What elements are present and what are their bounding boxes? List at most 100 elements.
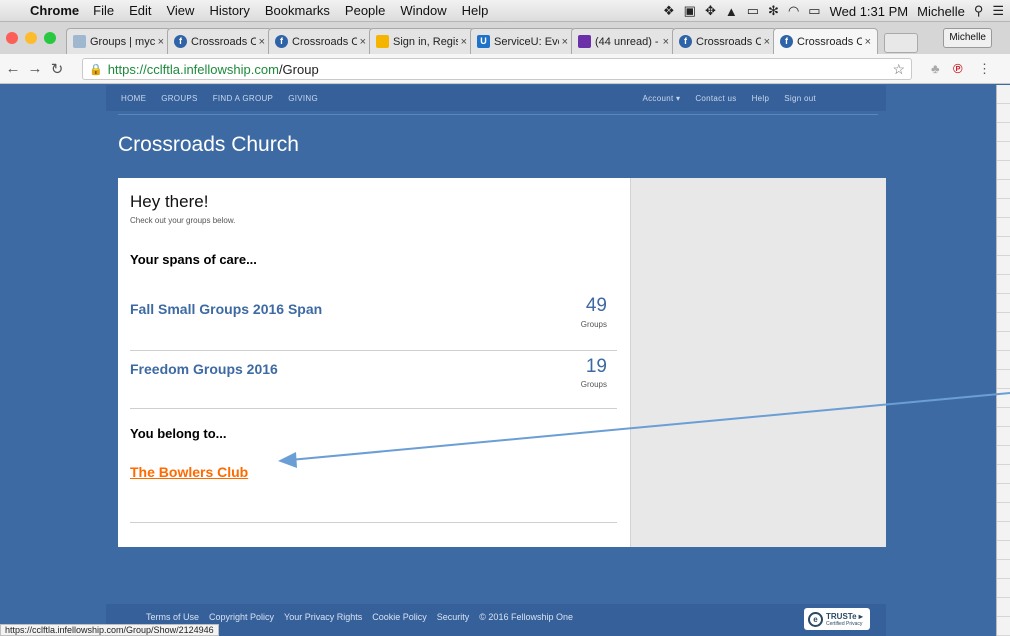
tab-groups[interactable]: Groups | myc ×: [66, 28, 171, 54]
tab-crossroads-active[interactable]: f Crossroads Cl ×: [773, 28, 878, 54]
menubar-user[interactable]: Michelle: [917, 4, 965, 19]
back-arrow-icon[interactable]: ←: [4, 60, 22, 77]
nav-home[interactable]: HOME: [121, 94, 146, 103]
address-bar[interactable]: 🔒 https://cclftla.infellowship.com/Group…: [82, 58, 912, 80]
tab-sign-in[interactable]: Sign in, Regist ×: [369, 28, 474, 54]
greeting-heading: Hey there!: [130, 192, 209, 211]
divider: [130, 350, 617, 351]
divider: [130, 522, 617, 523]
tab-close-icon[interactable]: ×: [764, 36, 770, 48]
menu-file[interactable]: File: [93, 3, 114, 18]
fellowship-icon: f: [174, 35, 187, 48]
menubar-clock[interactable]: Wed 1:31 PM: [830, 4, 909, 19]
tab-serviceu[interactable]: U ServiceU: Eve ×: [470, 28, 575, 54]
nav-help[interactable]: Help: [752, 94, 770, 103]
greeting-subtitle: Check out your groups below.: [130, 216, 236, 225]
nav-groups[interactable]: GROUPS: [161, 94, 197, 103]
macos-menubar: Chrome File Edit View History Bookmarks …: [0, 0, 1010, 22]
tab-mail[interactable]: (44 unread) - ×: [571, 28, 676, 54]
pinterest-icon[interactable]: ℗: [953, 61, 963, 76]
menu-help[interactable]: Help: [462, 3, 489, 18]
nav-find-a-group[interactable]: FIND A GROUP: [213, 94, 274, 103]
fellowship-icon: f: [780, 35, 793, 48]
span-row: Fall Small Groups 2016 Span 49 Groups: [130, 295, 617, 341]
wifi-icon[interactable]: ◠: [788, 3, 799, 19]
menu-history[interactable]: History: [209, 3, 249, 18]
spans-heading: Your spans of care...: [130, 252, 257, 267]
tab-crossroads[interactable]: f Crossroads Cl ×: [268, 28, 373, 54]
span-group-count: 49: [585, 295, 607, 316]
site-navigation: HOME GROUPS FIND A GROUP GIVING Account …: [106, 85, 886, 111]
span-group-count: 19: [585, 356, 607, 377]
nav-giving[interactable]: GIVING: [288, 94, 318, 103]
tab-close-icon[interactable]: ×: [461, 36, 467, 48]
tab-close-icon[interactable]: ×: [259, 36, 265, 48]
truste-badge[interactable]: e TRUSTe ▸ Certified Privacy: [804, 608, 870, 630]
tab-title: Groups | myc: [90, 35, 155, 48]
tab-crossroads[interactable]: f Crossroads Cl ×: [672, 28, 777, 54]
close-window-button[interactable]: [6, 32, 18, 44]
notification-center-icon[interactable]: ☰: [992, 3, 1004, 19]
footer-copyright-policy-link[interactable]: Copyright Policy: [209, 612, 274, 622]
url-path: /Group: [278, 61, 319, 77]
span-row: Freedom Groups 2016 19 Groups: [130, 353, 617, 398]
browser-toolbar: ← → ↻ 🔒 https://cclftla.infellowship.com…: [0, 54, 1010, 84]
truste-text: TRUSTe ▸ Certified Privacy: [826, 612, 863, 627]
profile-button[interactable]: Michelle: [943, 28, 992, 48]
app-menu-chrome[interactable]: Chrome: [30, 3, 79, 18]
footer-links: Terms of Use Copyright Policy Your Priva…: [146, 612, 573, 622]
extension-icon[interactable]: ♣: [931, 61, 940, 76]
fellowship-icon: f: [275, 35, 288, 48]
footer-security-link[interactable]: Security: [437, 612, 470, 622]
airplay-icon[interactable]: ▭: [747, 3, 759, 19]
menu-people[interactable]: People: [345, 3, 385, 18]
groups-card: Hey there! Check out your groups below. …: [118, 178, 886, 547]
tab-title: Crossroads Cl: [292, 35, 357, 48]
span-group-count-label: Groups: [580, 320, 607, 329]
bookmark-star-icon[interactable]: ☆: [892, 61, 905, 78]
zoom-window-button[interactable]: [44, 32, 56, 44]
tab-title: Crossroads Cl: [797, 35, 862, 48]
footer-terms-link[interactable]: Terms of Use: [146, 612, 199, 622]
divider: [118, 114, 878, 115]
tab-close-icon[interactable]: ×: [663, 36, 669, 48]
truste-title: TRUSTe ▸: [826, 611, 863, 621]
lock-icon: 🔒: [89, 63, 103, 76]
url-host: https://cclftla.infellowship.com: [107, 61, 279, 77]
footer-cookie-policy-link[interactable]: Cookie Policy: [372, 612, 427, 622]
dropbox-icon[interactable]: ✥: [705, 3, 716, 19]
tab-close-icon[interactable]: ×: [158, 36, 164, 48]
serviceu-icon: U: [477, 35, 490, 48]
footer-privacy-rights-link[interactable]: Your Privacy Rights: [284, 612, 362, 622]
evernote-icon[interactable]: ❖: [663, 3, 675, 19]
tab-title: Sign in, Regist: [393, 35, 458, 48]
menu-window[interactable]: Window: [400, 3, 446, 18]
tab-title: Crossroads Cl: [696, 35, 761, 48]
span-link[interactable]: Fall Small Groups 2016 Span: [130, 301, 322, 317]
tab-close-icon[interactable]: ×: [360, 36, 366, 48]
nav-contact-us[interactable]: Contact us: [695, 94, 736, 103]
minimize-window-button[interactable]: [25, 32, 37, 44]
screen-icon[interactable]: ▣: [684, 3, 696, 19]
forward-arrow-icon[interactable]: →: [26, 60, 44, 77]
tab-crossroads[interactable]: f Crossroads Cl ×: [167, 28, 272, 54]
tab-close-icon[interactable]: ×: [562, 36, 568, 48]
menu-bookmarks[interactable]: Bookmarks: [265, 3, 330, 18]
drive-icon[interactable]: ▲: [725, 4, 738, 19]
reload-icon[interactable]: ↻: [48, 60, 66, 78]
chrome-menu-icon[interactable]: ⋮: [978, 61, 991, 77]
nav-sign-out[interactable]: Sign out: [784, 94, 816, 103]
group-link[interactable]: The Bowlers Club: [130, 464, 248, 480]
menu-view[interactable]: View: [166, 3, 194, 18]
tab-list: Groups | myc × f Crossroads Cl × f Cross…: [66, 28, 918, 54]
site-footer: Terms of Use Copyright Policy Your Priva…: [106, 604, 886, 636]
span-link[interactable]: Freedom Groups 2016: [130, 361, 278, 377]
spotlight-icon[interactable]: ⚲: [974, 3, 984, 19]
truste-logo-icon: e: [808, 611, 823, 627]
bluetooth-icon[interactable]: ✻: [768, 3, 779, 19]
menu-edit[interactable]: Edit: [129, 3, 151, 18]
new-tab-button[interactable]: [884, 33, 918, 53]
tab-close-icon[interactable]: ×: [865, 36, 871, 48]
battery-icon[interactable]: ▭: [808, 3, 820, 19]
nav-account-dropdown[interactable]: Account ▾: [642, 94, 680, 103]
